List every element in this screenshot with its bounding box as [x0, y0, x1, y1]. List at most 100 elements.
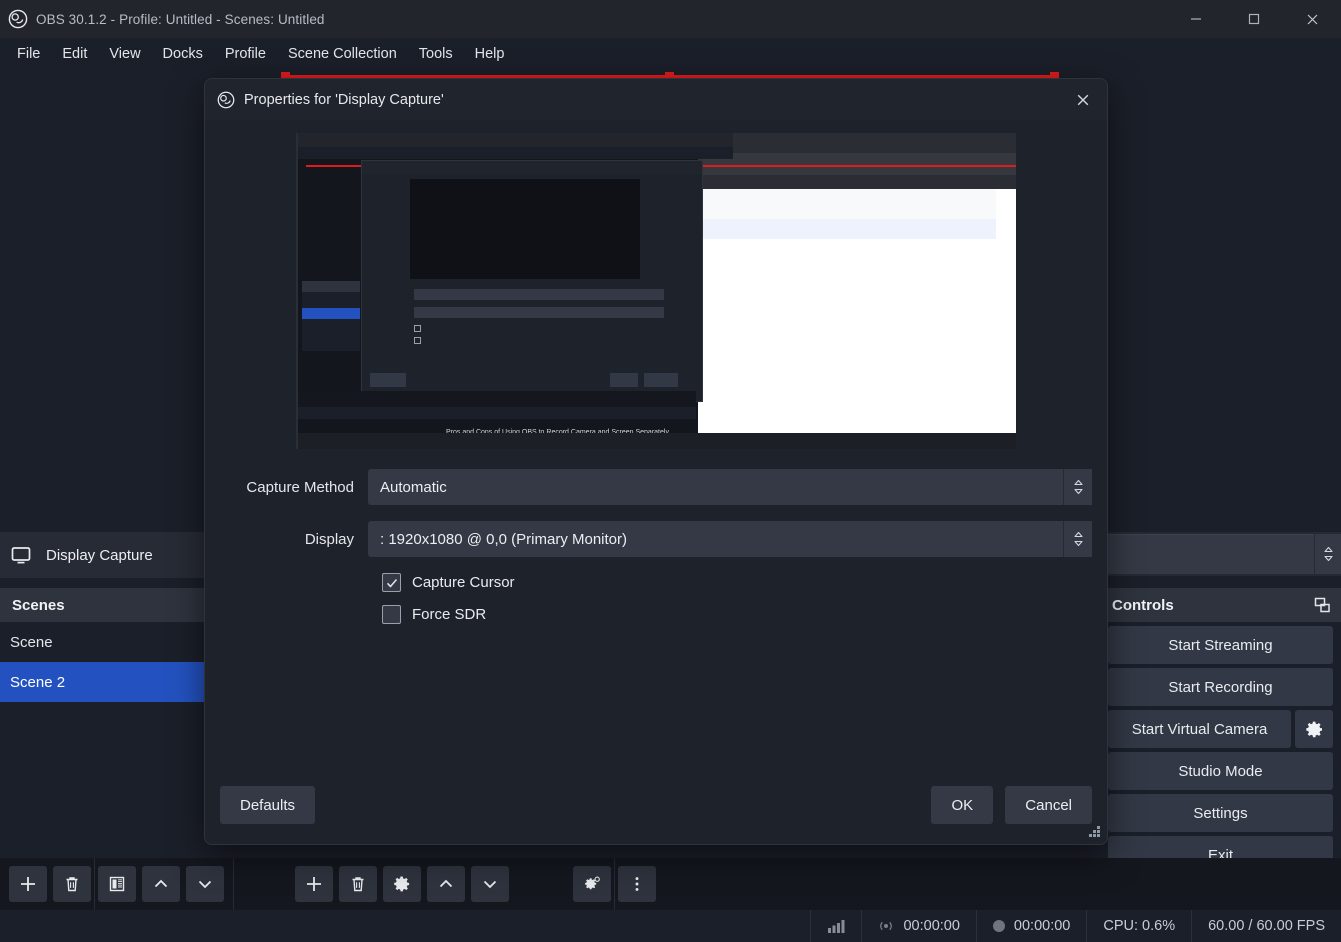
- controls-dock: Controls Start Streaming Start Recording…: [1100, 588, 1341, 874]
- dialog-title: Properties for 'Display Capture': [244, 91, 444, 108]
- add-scene-button[interactable]: [9, 866, 47, 902]
- toolbar-divider: [614, 858, 615, 910]
- stream-time-cell: 00:00:00: [861, 910, 975, 942]
- capture-cursor-checkbox[interactable]: [382, 573, 401, 592]
- signal-bars-icon: [827, 919, 845, 933]
- cpu-usage-cell: CPU: 0.6%: [1086, 910, 1191, 942]
- dialog-footer: Defaults OK Cancel: [205, 766, 1107, 844]
- audio-mixer-properties-button[interactable]: [573, 866, 611, 902]
- capture-method-label: Capture Method: [246, 478, 354, 496]
- audio-mixer-slider[interactable]: [1100, 532, 1341, 576]
- display-label: Display: [304, 530, 354, 548]
- stream-time: 00:00:00: [903, 918, 960, 934]
- bottom-toolbars: [0, 858, 1341, 910]
- defaults-button[interactable]: Defaults: [220, 786, 316, 824]
- settings-button[interactable]: Settings: [1108, 794, 1333, 832]
- obs-logo-icon: [8, 9, 28, 29]
- capture-cursor-label: Capture Cursor: [412, 574, 515, 591]
- resize-grip-icon[interactable]: [1089, 826, 1101, 838]
- display-select[interactable]: : 1920x1080 @ 0,0 (Primary Monitor): [368, 521, 1092, 557]
- move-source-up-button[interactable]: [427, 866, 465, 902]
- source-properties-button[interactable]: [383, 866, 421, 902]
- spinner-arrows-icon[interactable]: [1063, 469, 1092, 505]
- scene-list-item[interactable]: Scene: [0, 622, 205, 662]
- dialog-title-bar: Properties for 'Display Capture': [205, 79, 1107, 120]
- capture-method-select[interactable]: Automatic: [368, 469, 1092, 505]
- start-streaming-button[interactable]: Start Streaming: [1108, 626, 1333, 664]
- sources-toolbar: [286, 858, 518, 910]
- broadcast-icon: [878, 918, 894, 934]
- scenes-dock-title: Scenes: [0, 588, 205, 622]
- force-sdr-label: Force SDR: [412, 606, 487, 623]
- dialog-body: Pros and Cons of Using OBS to Record Cam…: [205, 120, 1107, 624]
- scene-list: Scene Scene 2: [0, 622, 205, 702]
- capture-cursor-row[interactable]: Capture Cursor: [368, 573, 1092, 592]
- menu-item-file[interactable]: File: [6, 41, 51, 67]
- cancel-button[interactable]: Cancel: [1005, 786, 1092, 824]
- popout-dock-icon[interactable]: [1314, 597, 1331, 614]
- properties-dialog: Properties for 'Display Capture' Capture…: [205, 79, 1107, 844]
- scenes-toolbar: [0, 858, 233, 910]
- obs-main-window: OBS 30.1.2 - Profile: Untitled - Scenes:…: [0, 0, 1341, 942]
- source-label: Display Capture: [46, 546, 153, 564]
- window-controls: [1167, 0, 1341, 38]
- menu-item-edit[interactable]: Edit: [51, 41, 98, 67]
- record-dot-icon: [992, 920, 1005, 932]
- source-filters-button[interactable]: [98, 866, 136, 902]
- scene-label: Scene 2: [10, 673, 66, 691]
- add-source-button[interactable]: [295, 866, 333, 902]
- menu-item-view[interactable]: View: [98, 41, 151, 67]
- menu-item-scene-collection[interactable]: Scene Collection: [277, 41, 408, 67]
- gear-icon[interactable]: [1295, 710, 1333, 748]
- display-value: : 1920x1080 @ 0,0 (Primary Monitor): [380, 530, 627, 548]
- mixer-track[interactable]: [1100, 534, 1314, 574]
- monitor-icon: [10, 544, 32, 566]
- display-row: Display : 1920x1080 @ 0,0 (Primary Monit…: [220, 521, 1092, 557]
- close-icon[interactable]: [1059, 79, 1107, 120]
- controls-dock-title: Controls: [1100, 588, 1341, 622]
- audio-mixer-menu-button[interactable]: [618, 866, 656, 902]
- toolbar-divider: [233, 858, 234, 910]
- close-icon[interactable]: [1283, 0, 1341, 38]
- move-scene-up-button[interactable]: [142, 866, 180, 902]
- ok-button[interactable]: OK: [931, 786, 994, 824]
- menu-item-tools[interactable]: Tools: [408, 41, 464, 67]
- remove-scene-button[interactable]: [53, 866, 91, 902]
- obs-logo-icon: [217, 91, 235, 109]
- nested-properties-dialog: [362, 161, 702, 401]
- fps-cell: 60.00 / 60.00 FPS: [1191, 910, 1341, 942]
- toolbar-divider: [94, 858, 95, 910]
- move-source-down-button[interactable]: [471, 866, 509, 902]
- menu-bar: File Edit View Docks Profile Scene Colle…: [0, 38, 1341, 70]
- title-bar: OBS 30.1.2 - Profile: Untitled - Scenes:…: [0, 0, 1341, 38]
- properties-form: Capture Method Automatic Display: 1920x…: [220, 469, 1092, 624]
- record-time-cell: 00:00:00: [975, 910, 1086, 942]
- maximize-icon[interactable]: [1225, 0, 1283, 38]
- menu-item-profile[interactable]: Profile: [214, 41, 277, 67]
- spinner-arrows-icon[interactable]: [1063, 521, 1092, 557]
- virtual-camera-row: Start Virtual Camera: [1108, 710, 1333, 748]
- mixer-toolbar: [564, 858, 665, 910]
- preview-screenshot: Pros and Cons of Using OBS to Record Cam…: [296, 133, 1016, 449]
- scenes-dock: Scenes Scene Scene 2: [0, 588, 205, 858]
- window-title: OBS 30.1.2 - Profile: Untitled - Scenes:…: [36, 11, 325, 27]
- start-recording-button[interactable]: Start Recording: [1108, 668, 1333, 706]
- controls-title-label: Controls: [1112, 596, 1174, 614]
- remove-source-button[interactable]: [339, 866, 377, 902]
- minimize-icon[interactable]: [1167, 0, 1225, 38]
- force-sdr-checkbox[interactable]: [382, 605, 401, 624]
- status-bar: 00:00:00 00:00:00 CPU: 0.6% 60.00 / 60.0…: [0, 910, 1341, 942]
- capture-method-row: Capture Method Automatic: [220, 469, 1092, 505]
- spinner-arrows-icon[interactable]: [1314, 534, 1341, 574]
- menu-item-help[interactable]: Help: [464, 41, 516, 67]
- move-scene-down-button[interactable]: [186, 866, 224, 902]
- record-time: 00:00:00: [1013, 918, 1071, 934]
- start-virtual-camera-button[interactable]: Start Virtual Camera: [1108, 710, 1291, 748]
- studio-mode-button[interactable]: Studio Mode: [1108, 752, 1333, 790]
- signal-strength-cell: [810, 910, 861, 942]
- force-sdr-row[interactable]: Force SDR: [368, 605, 1092, 624]
- menu-item-docks[interactable]: Docks: [152, 41, 214, 67]
- source-list-item-display-capture[interactable]: Display Capture: [0, 532, 153, 578]
- scene-list-item-selected[interactable]: Scene 2: [0, 662, 205, 702]
- scene-label: Scene: [10, 633, 53, 651]
